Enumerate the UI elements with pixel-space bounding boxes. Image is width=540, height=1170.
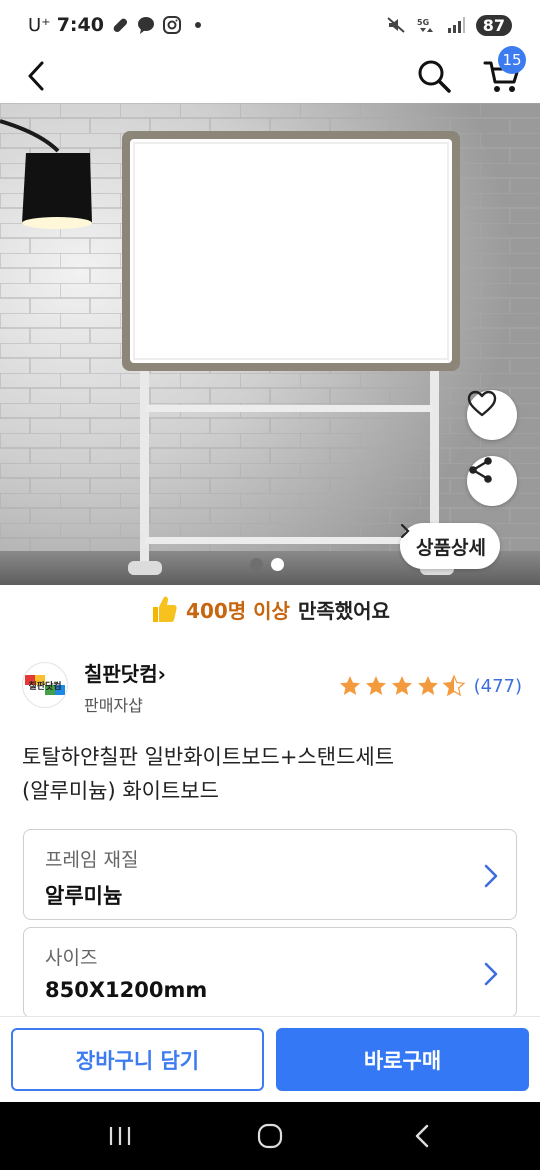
back-button[interactable]	[18, 56, 54, 96]
back-icon	[415, 1124, 429, 1148]
home-icon	[257, 1123, 283, 1149]
system-back-button[interactable]	[400, 1120, 444, 1152]
product-title-line2: (알루미늄) 화이트보드	[22, 779, 219, 803]
recent-apps-button[interactable]	[98, 1120, 142, 1152]
option-label: 사이즈	[45, 947, 98, 969]
option-label: 프레임 재질	[45, 849, 139, 871]
product-photo	[0, 103, 540, 585]
5g-icon: 5G	[416, 15, 436, 35]
satisfied-suffix: 만족했어요	[297, 598, 390, 623]
wishlist-button[interactable]	[467, 390, 517, 440]
product-title-line1: 토탈하얀칠판 일반화이트보드+스탠드세트	[22, 745, 395, 769]
seller-type: 판매자샵	[84, 696, 143, 715]
chevron-left-icon	[28, 61, 44, 91]
option-value: 850X1200mm	[45, 978, 208, 1002]
recent-apps-icon	[109, 1127, 131, 1145]
instagram-icon	[162, 15, 182, 35]
cart-count-badge: 15	[498, 46, 526, 74]
add-to-cart-button[interactable]: 장바구니 담기	[11, 1028, 264, 1091]
battery-indicator: 87	[475, 14, 512, 36]
carousel-dot[interactable]	[250, 558, 263, 571]
seller-logo[interactable]: 칠판닷컴	[22, 662, 68, 708]
option-frame-material[interactable]: 프레임 재질 알루미늄	[23, 829, 517, 920]
star-icon	[339, 676, 360, 695]
clock: 7:40	[56, 14, 104, 36]
seller-name: 칠판닷컴	[84, 662, 158, 686]
star-icon	[365, 676, 386, 695]
half-star-icon	[442, 674, 466, 697]
top-nav: 15	[0, 46, 540, 102]
share-icon	[469, 457, 492, 483]
star-icon	[417, 676, 438, 695]
product-detail-label: 상품상세	[416, 536, 486, 559]
seller-logo-text: 칠판닷컴	[28, 680, 61, 692]
satisfied-count: 400명 이상	[186, 598, 290, 623]
search-button[interactable]	[412, 54, 456, 98]
option-size[interactable]: 사이즈 850X1200mm	[23, 927, 517, 1018]
carousel-dot-active[interactable]	[271, 558, 284, 571]
status-bar: U⁺ 7:40 5G 87	[0, 0, 540, 50]
seller-name-link[interactable]: 칠판닷컴›	[84, 658, 166, 687]
product-detail-button[interactable]: 상품상세	[400, 523, 500, 569]
chevron-right-icon	[484, 864, 498, 888]
chevron-right-icon	[400, 523, 410, 539]
svg-text:5G: 5G	[417, 18, 429, 27]
option-value: 알루미늄	[45, 884, 123, 908]
share-button[interactable]	[467, 456, 517, 506]
product-image-carousel[interactable]: 상품상세	[0, 103, 540, 585]
search-icon	[418, 60, 451, 93]
thumbs-up-icon	[153, 596, 177, 622]
buy-now-button[interactable]: 바로구매	[276, 1028, 529, 1091]
cart-button[interactable]: 15	[478, 46, 526, 98]
satisfaction-banner: 400명 이상 만족했어요	[0, 588, 540, 630]
signal-icon	[446, 15, 466, 35]
seller-row: 칠판닷컴 칠판닷컴› 판매자샵 (477)	[22, 654, 522, 718]
carousel-indicator	[250, 558, 284, 571]
carrier-label: U⁺	[28, 14, 51, 36]
link-icon	[110, 15, 130, 35]
heart-icon	[467, 390, 497, 417]
system-nav-bar	[0, 1102, 540, 1170]
mute-icon	[386, 15, 406, 35]
product-title: 토탈하얀칠판 일반화이트보드+스탠드세트 (알루미늄) 화이트보드	[22, 740, 522, 808]
dot-icon	[188, 15, 208, 35]
star-icon	[391, 676, 412, 695]
chevron-right-icon	[484, 962, 498, 986]
home-button[interactable]	[248, 1120, 292, 1152]
chat-icon	[136, 15, 156, 35]
rating[interactable]: (477)	[338, 674, 522, 698]
review-count[interactable]: (477)	[474, 676, 522, 697]
purchase-action-bar: 장바구니 담기 바로구매	[0, 1016, 540, 1102]
seller-chevron: ›	[157, 662, 166, 686]
